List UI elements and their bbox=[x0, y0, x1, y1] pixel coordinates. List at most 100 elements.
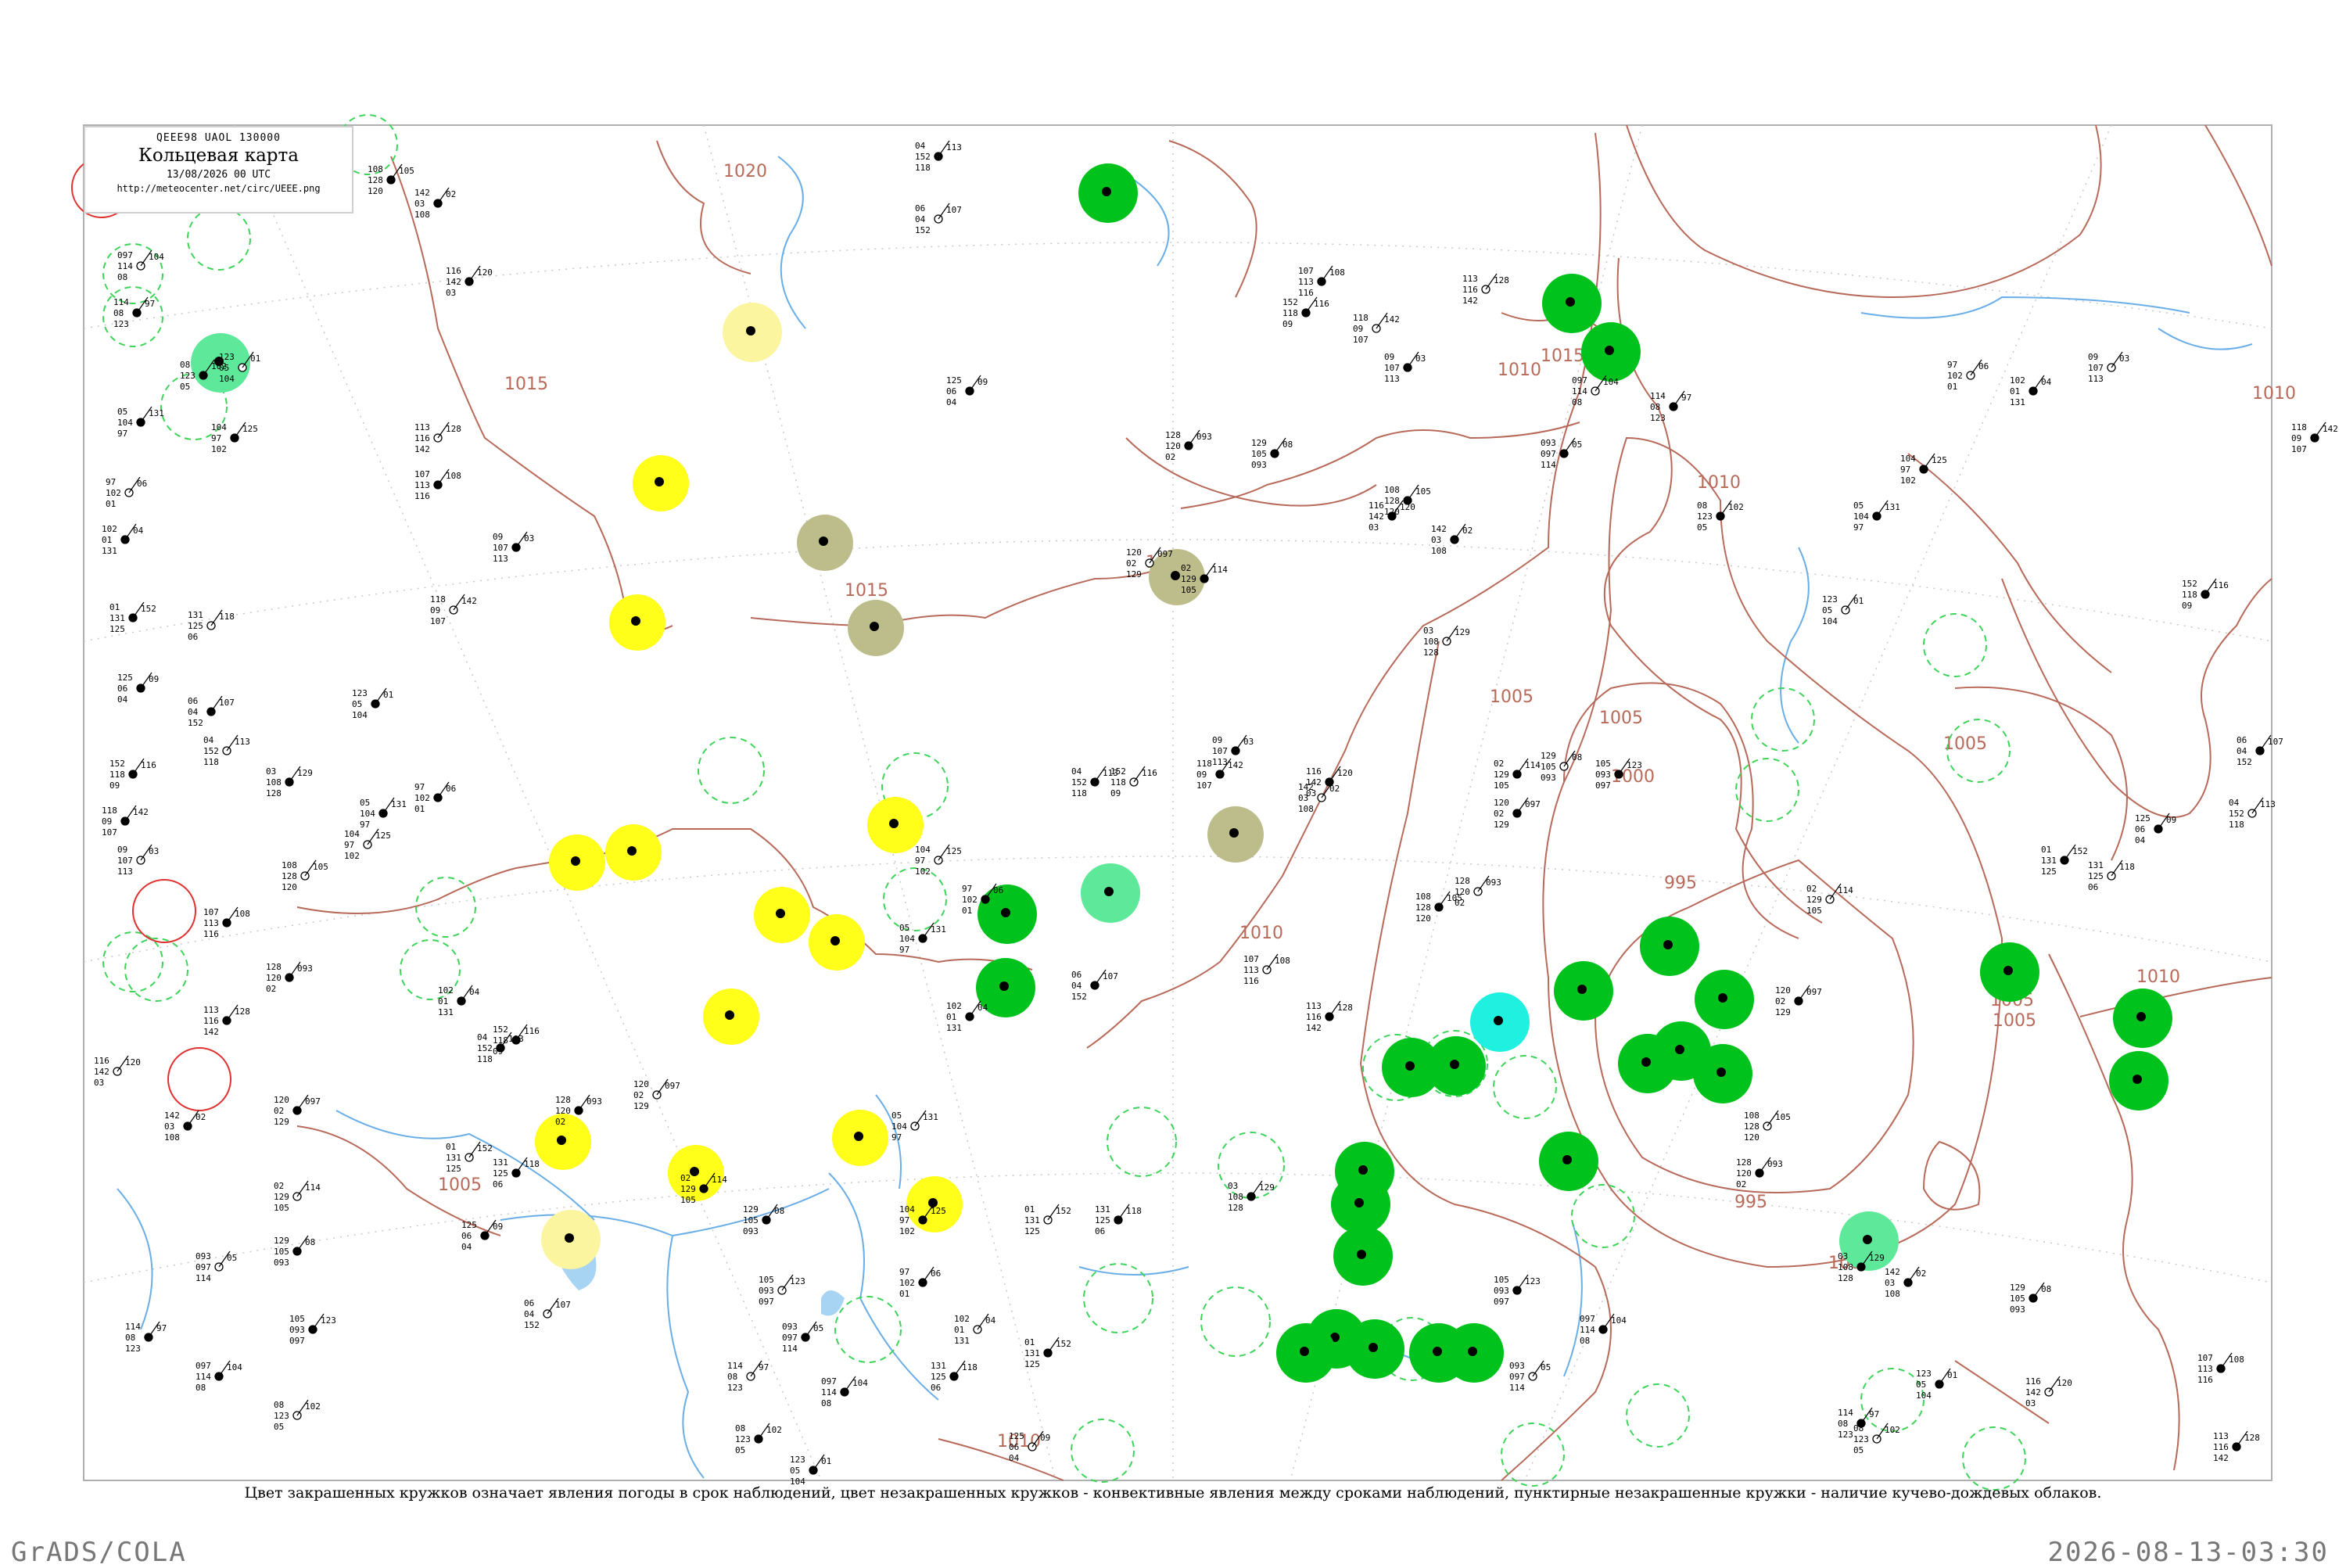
svg-text:08: 08 bbox=[1572, 397, 1582, 407]
svg-text:142: 142 bbox=[1431, 524, 1447, 534]
product-code: QEEE98 UAOL 130000 bbox=[156, 132, 281, 144]
svg-text:142: 142 bbox=[1298, 782, 1314, 792]
svg-text:107: 107 bbox=[2088, 363, 2104, 373]
svg-text:152: 152 bbox=[1071, 777, 1087, 788]
svg-text:118: 118 bbox=[1196, 759, 1212, 769]
cloud-cover-icon bbox=[2136, 1012, 2146, 1021]
svg-text:104: 104 bbox=[227, 1362, 242, 1372]
svg-text:09: 09 bbox=[1110, 788, 1121, 798]
isobar-label: 995 bbox=[1664, 874, 1697, 893]
svg-text:097: 097 bbox=[1541, 449, 1556, 459]
svg-text:102: 102 bbox=[946, 1001, 962, 1011]
svg-text:04: 04 bbox=[946, 397, 957, 407]
svg-text:09: 09 bbox=[2166, 815, 2176, 825]
svg-text:152: 152 bbox=[2182, 579, 2197, 589]
svg-text:104: 104 bbox=[915, 845, 931, 855]
svg-text:08: 08 bbox=[735, 1423, 745, 1433]
svg-text:97: 97 bbox=[344, 840, 354, 850]
svg-text:09: 09 bbox=[1384, 352, 1394, 362]
cloud-cover-icon bbox=[1716, 1067, 1726, 1077]
svg-text:152: 152 bbox=[524, 1320, 540, 1330]
svg-text:097: 097 bbox=[1806, 987, 1822, 997]
cloud-cover-icon bbox=[870, 622, 879, 631]
svg-text:123: 123 bbox=[1916, 1369, 1932, 1379]
svg-text:097: 097 bbox=[305, 1096, 321, 1107]
svg-text:08: 08 bbox=[113, 308, 124, 318]
svg-text:04: 04 bbox=[188, 707, 199, 717]
svg-text:093: 093 bbox=[1196, 432, 1212, 442]
svg-text:142: 142 bbox=[2025, 1387, 2041, 1398]
svg-text:108: 108 bbox=[164, 1132, 180, 1143]
svg-text:093: 093 bbox=[1509, 1361, 1525, 1371]
svg-text:108: 108 bbox=[446, 471, 461, 481]
svg-text:04: 04 bbox=[985, 1315, 996, 1326]
svg-text:08: 08 bbox=[1282, 440, 1293, 450]
svg-text:123: 123 bbox=[113, 319, 129, 329]
svg-text:152: 152 bbox=[2229, 809, 2244, 819]
cloud-cover-icon bbox=[1675, 1045, 1684, 1054]
svg-text:116: 116 bbox=[2213, 580, 2229, 590]
svg-text:120: 120 bbox=[1165, 441, 1181, 451]
cloud-cover-icon bbox=[631, 616, 640, 626]
svg-text:08: 08 bbox=[2041, 1284, 2051, 1294]
svg-text:97: 97 bbox=[899, 945, 909, 955]
svg-text:093: 093 bbox=[1767, 1159, 1783, 1169]
svg-text:125: 125 bbox=[375, 831, 391, 841]
svg-text:97: 97 bbox=[106, 477, 116, 487]
svg-text:131: 131 bbox=[2088, 860, 2104, 870]
svg-text:113: 113 bbox=[1243, 965, 1259, 975]
svg-text:02: 02 bbox=[446, 189, 456, 199]
svg-text:118: 118 bbox=[1126, 1206, 1142, 1216]
svg-text:03: 03 bbox=[1838, 1251, 1848, 1261]
svg-text:113: 113 bbox=[1212, 757, 1228, 767]
svg-text:107: 107 bbox=[430, 616, 446, 626]
svg-text:123: 123 bbox=[790, 1455, 805, 1465]
cloud-cover-icon bbox=[1358, 1165, 1368, 1175]
svg-text:06: 06 bbox=[188, 632, 198, 642]
svg-text:131: 131 bbox=[931, 924, 946, 935]
svg-text:129: 129 bbox=[297, 768, 313, 778]
svg-text:02: 02 bbox=[1329, 784, 1340, 794]
svg-text:105: 105 bbox=[399, 166, 414, 176]
svg-text:128: 128 bbox=[1838, 1273, 1853, 1283]
svg-text:09: 09 bbox=[493, 1222, 503, 1232]
svg-text:108: 108 bbox=[1329, 267, 1345, 278]
svg-text:097: 097 bbox=[1580, 1314, 1595, 1324]
svg-text:152: 152 bbox=[915, 152, 931, 162]
cloud-cover-icon bbox=[776, 909, 785, 918]
legend-caption: Цвет закрашенных кружков означает явлени… bbox=[244, 1484, 2102, 1502]
isobar-label: 1005 bbox=[438, 1175, 482, 1195]
svg-text:116: 116 bbox=[1368, 501, 1384, 511]
svg-text:113: 113 bbox=[1384, 374, 1400, 384]
svg-text:114: 114 bbox=[1838, 1408, 1853, 1418]
svg-text:128: 128 bbox=[266, 788, 282, 798]
cloud-cover-icon bbox=[1562, 1155, 1572, 1164]
svg-text:03: 03 bbox=[524, 533, 534, 544]
svg-text:116: 116 bbox=[1243, 976, 1259, 986]
svg-text:129: 129 bbox=[633, 1101, 649, 1111]
svg-text:03: 03 bbox=[414, 199, 425, 209]
svg-text:123: 123 bbox=[1853, 1434, 1869, 1444]
svg-text:093: 093 bbox=[586, 1096, 602, 1107]
svg-text:142: 142 bbox=[1228, 760, 1243, 770]
svg-text:105: 105 bbox=[1494, 1275, 1509, 1285]
svg-text:03: 03 bbox=[1228, 1181, 1238, 1191]
svg-text:08: 08 bbox=[1853, 1423, 1864, 1433]
svg-text:01: 01 bbox=[250, 353, 260, 364]
svg-text:01: 01 bbox=[899, 1289, 909, 1299]
svg-text:116: 116 bbox=[446, 266, 461, 276]
svg-text:104: 104 bbox=[852, 1378, 868, 1388]
svg-text:113: 113 bbox=[203, 1005, 219, 1015]
svg-text:118: 118 bbox=[2291, 422, 2307, 432]
svg-text:116: 116 bbox=[414, 491, 430, 501]
svg-text:06: 06 bbox=[1978, 361, 1989, 371]
svg-text:06: 06 bbox=[1095, 1226, 1105, 1236]
svg-text:116: 116 bbox=[2197, 1375, 2213, 1385]
svg-text:104: 104 bbox=[1603, 377, 1619, 387]
svg-text:093: 093 bbox=[196, 1251, 211, 1261]
svg-text:107: 107 bbox=[117, 856, 133, 866]
svg-text:152: 152 bbox=[477, 1143, 493, 1154]
svg-text:108: 108 bbox=[1431, 546, 1447, 556]
svg-text:116: 116 bbox=[414, 433, 430, 443]
svg-text:113: 113 bbox=[493, 554, 508, 564]
